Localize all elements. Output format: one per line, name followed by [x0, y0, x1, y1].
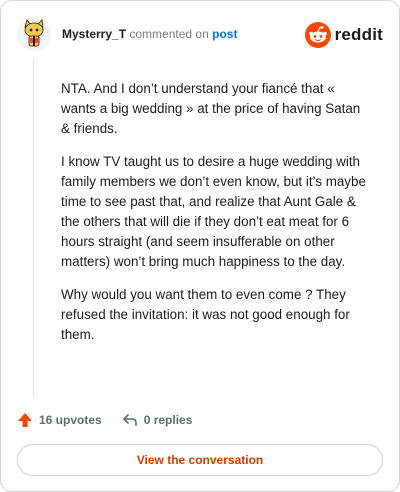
post-link[interactable]: post: [212, 27, 237, 41]
comment-header: Mysterry_T commented on post reddit: [17, 17, 383, 51]
comment-paragraph: NTA. And I don’t understand your fiancé …: [61, 81, 361, 136]
snoo-avatar-icon: [17, 17, 51, 51]
thread-line: [33, 59, 34, 397]
comment-meta: Mysterry_T commented on post: [62, 27, 237, 41]
upvote-count: 16 upvotes: [39, 413, 102, 427]
reply-arrow-icon: [122, 414, 137, 426]
reply-button[interactable]: 0 replies: [122, 412, 193, 428]
upvote-arrow-icon: [18, 413, 32, 427]
user-avatar[interactable]: [17, 17, 51, 51]
reply-count: 0 replies: [143, 413, 193, 427]
reddit-snoo-icon: [304, 22, 331, 48]
username[interactable]: Mysterry_T: [62, 27, 126, 41]
comment-actions: 16 upvotes 0 replies: [17, 410, 212, 430]
comment-paragraph: Why would you want them to even come ? T…: [61, 287, 350, 342]
view-conversation-button[interactable]: View the conversation: [17, 444, 383, 476]
reddit-logo[interactable]: reddit: [304, 22, 383, 48]
comment-body: NTA. And I don’t understand your fiancé …: [61, 79, 369, 358]
reddit-wordmark: reddit: [334, 25, 383, 44]
comment-card: Mysterry_T commented on post reddit NTA.…: [0, 0, 400, 492]
commented-on-text: commented on: [129, 27, 209, 41]
upvote-button[interactable]: 16 upvotes: [17, 412, 102, 428]
comment-paragraph: I know TV taught us to desire a huge wed…: [61, 154, 366, 269]
